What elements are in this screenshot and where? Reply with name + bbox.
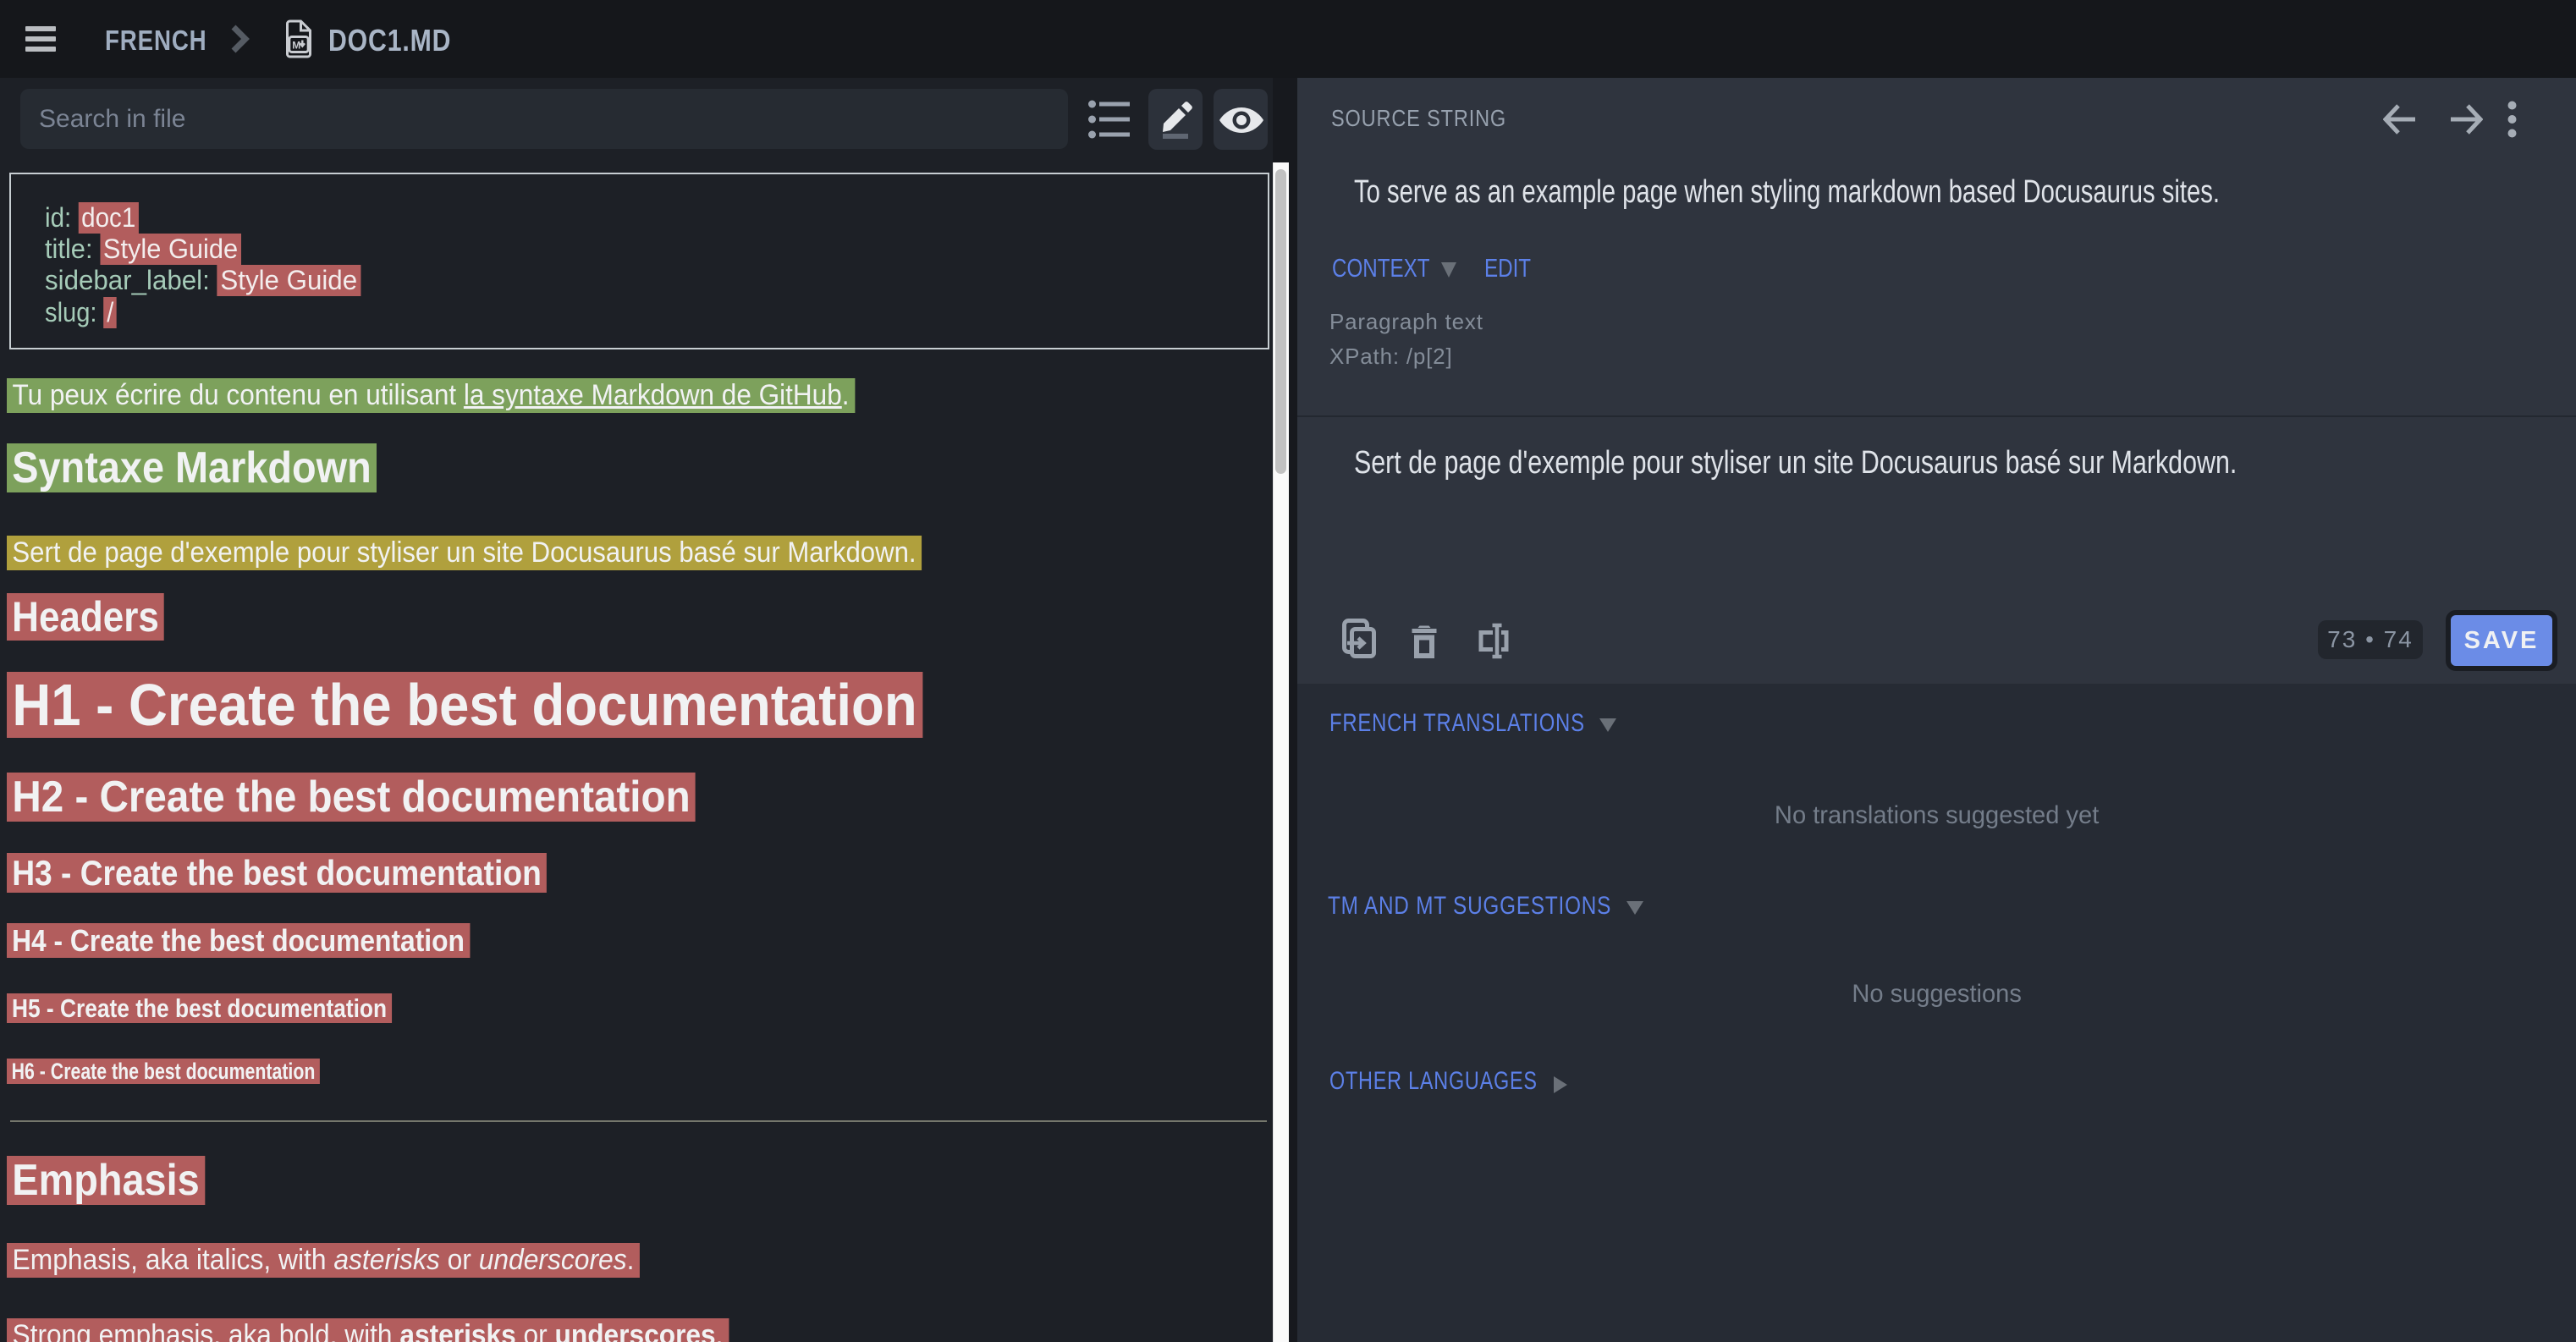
svg-text:M: M	[292, 40, 300, 52]
